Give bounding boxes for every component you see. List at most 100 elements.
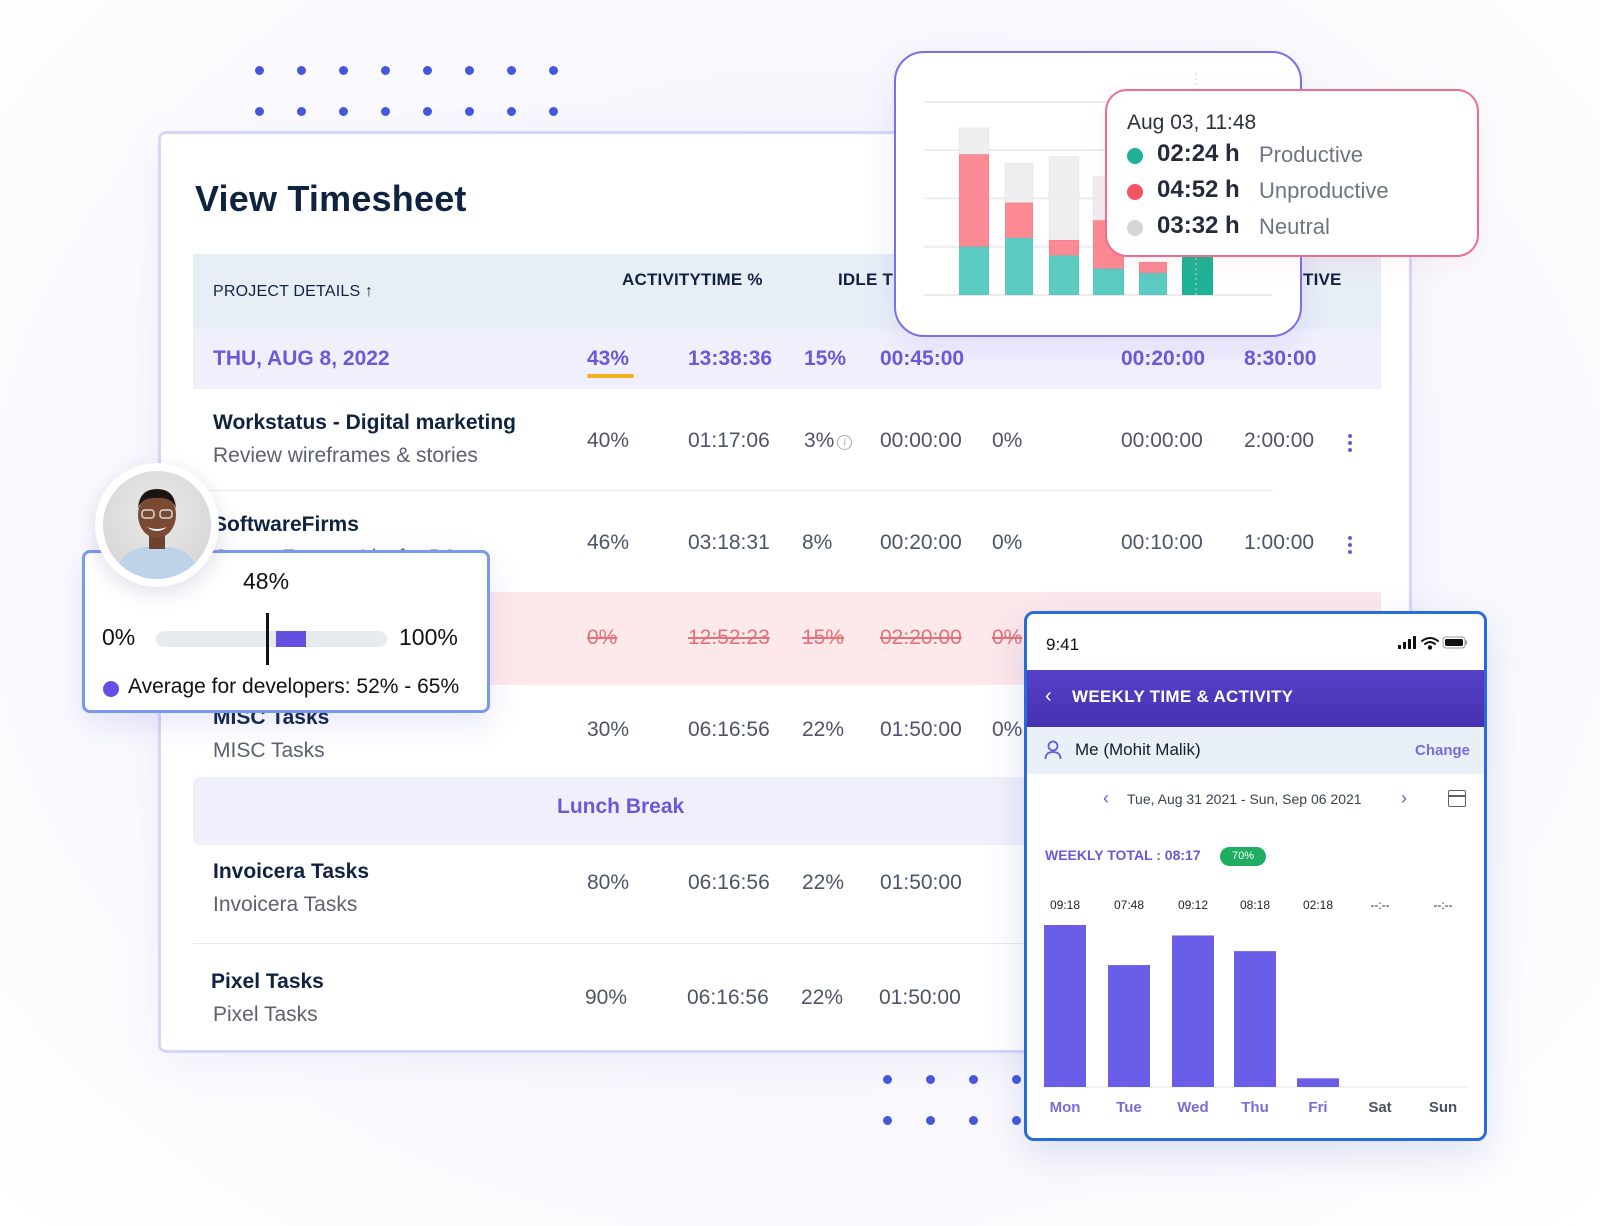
tracked-time: 03:18:31 (688, 531, 770, 554)
col6: 0% (992, 718, 1023, 741)
bar-segment-unproductive[interactable] (958, 153, 990, 248)
activity-pct: 90% (585, 986, 628, 1009)
decorative-dot (339, 107, 348, 116)
decorative-dot (1012, 1116, 1021, 1125)
idle-pct: 22% (801, 986, 844, 1009)
col8: 2:00:00 (1244, 429, 1315, 452)
column-header-idle-time[interactable]: IDLE T (838, 270, 893, 290)
bar-segment-productive[interactable] (1181, 250, 1214, 296)
idle-time: 01:50:00 (880, 871, 962, 894)
productive-dot-icon (1127, 148, 1143, 164)
tooltip-date: Aug 03, 11:48 (1127, 111, 1257, 134)
day-label: Mon (1050, 1099, 1081, 1116)
bar-segment-neutral[interactable] (1048, 155, 1080, 241)
idle-time: 00:20:00 (880, 531, 962, 554)
bar-segment-productive[interactable] (1138, 272, 1168, 296)
developer-average-range (276, 631, 307, 647)
kebab-menu-icon[interactable] (1348, 434, 1352, 455)
bar-mon[interactable] (1044, 925, 1086, 1087)
bar-segment-productive[interactable] (1004, 237, 1034, 296)
next-week-chevron-icon[interactable]: › (1401, 788, 1407, 809)
day-label: Sat (1368, 1099, 1391, 1116)
wifi-icon (1421, 637, 1439, 650)
task-name: Invoicera Tasks (213, 893, 358, 916)
activity-pct: 40% (587, 429, 630, 452)
bar-fri[interactable] (1297, 1078, 1339, 1087)
bar-segment-unproductive[interactable] (1138, 261, 1168, 274)
decorative-dot (926, 1075, 935, 1084)
decorative-dot (297, 66, 306, 75)
idle-pct: 15% (802, 626, 845, 649)
back-chevron-icon[interactable]: ‹ (1045, 685, 1052, 708)
summary-time: 13:38:36 (688, 347, 773, 370)
bar-value-label: 07:48 (1114, 898, 1144, 912)
col6: 0% (992, 429, 1023, 452)
kebab-menu-icon[interactable] (1348, 536, 1352, 557)
status-bar-icons (1398, 636, 1467, 650)
bar-value-label: --:-- (1433, 898, 1452, 912)
project-name: Invoicera Tasks (213, 860, 370, 883)
previous-week-chevron-icon[interactable]: ‹ (1103, 788, 1109, 809)
bar-segment-productive[interactable] (958, 246, 990, 296)
decorative-dot (465, 107, 474, 116)
idle-pct-value: 3% (804, 429, 835, 452)
decorative-dot (1012, 1075, 1021, 1084)
col6: 0% (992, 531, 1023, 554)
summary-idle-time: 00:45:00 (880, 347, 965, 370)
change-user-link[interactable]: Change (1415, 742, 1470, 759)
tooltip-label: Productive (1259, 142, 1363, 167)
calendar-icon[interactable] (1448, 790, 1466, 807)
tooltip-label: Neutral (1259, 214, 1330, 239)
task-name: MISC Tasks (213, 739, 325, 762)
summary-idle-pct: 15% (804, 347, 847, 370)
activity-pct: 80% (587, 871, 630, 894)
bar-segment-neutral[interactable] (1004, 162, 1034, 204)
avatar (95, 463, 219, 587)
decorative-dot (507, 107, 516, 116)
weekly-percentage-badge: 70% (1220, 847, 1266, 866)
bar-segment-productive[interactable] (1092, 268, 1125, 296)
mobile-header: ‹ WEEKLY TIME & ACTIVITY (1027, 670, 1484, 727)
bar-value-label: 02:18 (1303, 898, 1333, 912)
bar-value-label: 09:18 (1050, 898, 1080, 912)
column-header-project-details[interactable]: PROJECT DETAILS ↑ (213, 283, 373, 301)
decorative-dot (423, 107, 432, 116)
column-header-productive[interactable]: TIVE (1303, 270, 1342, 290)
score-min-label: 0% (102, 624, 136, 650)
activity-pct: 30% (587, 718, 630, 741)
bar-tue[interactable] (1108, 965, 1150, 1087)
user-icon (1044, 740, 1062, 760)
day-label: Thu (1241, 1099, 1269, 1116)
idle-pct: 22% (802, 871, 845, 894)
user-photo (103, 471, 211, 579)
activity-pct: 0% (587, 626, 618, 649)
decorative-dot (339, 66, 348, 75)
decorative-dot (255, 66, 264, 75)
idle-time: 02:20:00 (880, 626, 962, 649)
col7: 00:10:00 (1121, 531, 1203, 554)
score-marker (265, 613, 269, 665)
idle-time: 00:00:00 (880, 429, 962, 452)
decorative-dot (465, 66, 474, 75)
project-name: SoftwareFirms (213, 513, 359, 536)
tracked-time: 06:16:56 (687, 986, 769, 1009)
decorative-dot (297, 107, 306, 116)
column-header-activity-time[interactable]: ACTIVITYTIME % (622, 270, 763, 290)
bar-segment-productive[interactable] (1048, 254, 1080, 296)
table-row[interactable]: Workstatus - Digital marketing Review wi… (193, 389, 1381, 490)
tracked-time: 06:16:56 (688, 718, 770, 741)
tooltip-value: 03:32 h (1157, 212, 1240, 239)
bar-segment-unproductive[interactable] (1004, 202, 1034, 239)
summary-col8: 8:30:00 (1244, 347, 1317, 370)
bar-wed[interactable] (1172, 935, 1214, 1087)
bar-segment-unproductive[interactable] (1048, 239, 1080, 256)
user-selector: Me (Mohit Malik) Change (1027, 727, 1484, 774)
decorative-dot (549, 66, 558, 75)
col8: 1:00:00 (1244, 531, 1315, 554)
project-name: Pixel Tasks (211, 970, 324, 993)
task-name: Review wireframes & stories (213, 444, 478, 467)
bar-segment-neutral[interactable] (958, 127, 990, 155)
info-icon[interactable]: i (837, 435, 853, 450)
bar-thu[interactable] (1234, 951, 1276, 1087)
decorative-dot (926, 1116, 935, 1125)
